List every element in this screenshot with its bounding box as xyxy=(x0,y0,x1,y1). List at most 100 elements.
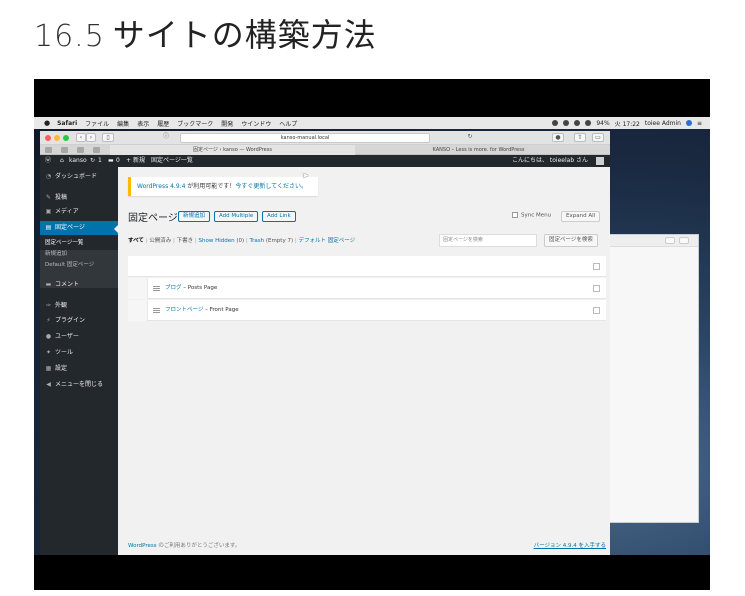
filter-published[interactable]: 公開済み xyxy=(149,238,171,244)
info-icon[interactable]: ⓘ xyxy=(160,133,172,142)
avatar[interactable] xyxy=(596,157,604,165)
sidebar-item-appearance[interactable]: ✑ 外観 xyxy=(40,299,118,313)
siri-icon[interactable] xyxy=(685,120,692,126)
menubar-user[interactable]: toiee Admin xyxy=(645,120,681,127)
status-icon[interactable] xyxy=(574,120,581,126)
new-link[interactable]: 新規 xyxy=(133,155,145,167)
table-row[interactable]: フロントページ – Front Page xyxy=(128,300,606,321)
page-state: – Front Page xyxy=(203,307,239,313)
menu-help[interactable]: ヘルプ xyxy=(279,119,297,128)
menu-view[interactable]: 表示 xyxy=(137,119,149,128)
wp-version-link[interactable]: WordPress 4.9.4 xyxy=(137,183,185,190)
back-button[interactable]: ‹ xyxy=(76,133,86,142)
row-checkbox[interactable] xyxy=(593,307,600,314)
footer-version-link[interactable]: バージョン 4.9.4 を入手する xyxy=(534,541,606,549)
add-new-button[interactable]: 新規追加 xyxy=(178,211,211,222)
search-button[interactable]: 固定ページを検索 xyxy=(544,234,598,247)
close-icon[interactable] xyxy=(45,135,51,141)
drag-handle[interactable] xyxy=(128,278,148,299)
filter-default-pages[interactable]: デフォルト 固定ページ xyxy=(298,238,355,244)
update-now-link[interactable]: 今すぐ更新してください。 xyxy=(235,183,307,190)
page-title-cell: ブログ – Posts Page xyxy=(165,278,217,299)
sidebar-item-collapse[interactable]: ◀ メニューを閉じる xyxy=(40,378,118,392)
plus-icon[interactable]: + xyxy=(126,155,131,167)
submenu-add-new[interactable]: 新規追加 xyxy=(40,249,118,260)
favorite-icon[interactable] xyxy=(45,147,52,153)
tab-wp-pages[interactable]: 固定ページ ‹ kanso — WordPress xyxy=(110,145,355,155)
menu-safari[interactable]: Safari xyxy=(57,120,77,127)
sidebar-item-plugins[interactable]: ⚡ プラグイン xyxy=(40,314,118,328)
menu-edit[interactable]: 編集 xyxy=(117,119,129,128)
select-all-checkbox[interactable] xyxy=(593,263,600,270)
sidebar-item-media[interactable]: ▣ メディア xyxy=(40,205,118,219)
window-button[interactable] xyxy=(679,237,689,244)
row-checkbox[interactable] xyxy=(593,285,600,292)
menu-history[interactable]: 履歴 xyxy=(157,119,169,128)
status-icon[interactable] xyxy=(552,120,559,126)
sidebar-button[interactable]: ▯ xyxy=(102,133,114,142)
updates-icon[interactable]: ↻ xyxy=(90,155,95,167)
forward-button[interactable]: › xyxy=(86,133,96,142)
status-icon[interactable] xyxy=(563,120,570,126)
page-link[interactable]: ブログ xyxy=(165,285,182,291)
sync-menu-checkbox[interactable] xyxy=(512,212,518,218)
expand-all-button[interactable]: Expand All xyxy=(561,211,601,222)
menu-file[interactable]: ファイル xyxy=(85,119,109,128)
sidebar-item-label: メディア xyxy=(55,208,79,215)
battery-level[interactable]: 94% xyxy=(596,120,609,127)
filter-all[interactable]: すべて xyxy=(128,238,144,244)
sidebar-item-tools[interactable]: ✦ ツール xyxy=(40,346,118,360)
apple-icon[interactable]: ● xyxy=(44,119,50,127)
sidebar-item-users[interactable]: ● ユーザー xyxy=(40,330,118,344)
footer-wp-link[interactable]: WordPress xyxy=(128,543,157,549)
share-button[interactable]: ⇧ xyxy=(574,133,586,142)
add-multiple-button[interactable]: Add Multiple xyxy=(214,211,259,222)
menu-icon[interactable] xyxy=(153,308,160,313)
zoom-icon[interactable] xyxy=(63,135,69,141)
wp-logo-icon[interactable]: ⓦ xyxy=(45,155,51,167)
page-link[interactable]: フロントページ xyxy=(165,307,203,313)
view-pages-link[interactable]: 固定ページ一覧 xyxy=(151,155,193,167)
table-row[interactable]: ブログ – Posts Page xyxy=(128,278,606,299)
menu-window[interactable]: ウインドウ xyxy=(241,119,271,128)
sync-menu-toggle[interactable]: Sync Menu xyxy=(512,212,551,219)
favorite-icon[interactable] xyxy=(93,147,100,153)
minimize-icon[interactable] xyxy=(54,135,60,141)
video-frame[interactable]: ● Safari ファイル 編集 表示 履歴 ブックマーク 開発 ウインドウ ヘ… xyxy=(34,79,710,590)
menu-develop[interactable]: 開発 xyxy=(221,119,233,128)
favorite-icon[interactable] xyxy=(77,147,84,153)
filter-draft[interactable]: 下書き xyxy=(177,238,194,244)
sidebar-item-posts[interactable]: ✎ 投稿 xyxy=(40,191,118,205)
pin-icon: ✎ xyxy=(45,194,52,201)
wifi-icon[interactable] xyxy=(585,120,592,126)
search-input[interactable]: 固定ページを検索 xyxy=(439,234,537,247)
clock[interactable]: 火 17:22 xyxy=(615,119,640,128)
sidebar-item-pages[interactable]: ▤ 固定ページ xyxy=(40,221,118,235)
drag-handle[interactable] xyxy=(128,300,148,321)
comments-icon[interactable]: ▬ xyxy=(108,155,114,167)
window-button[interactable] xyxy=(665,237,675,244)
sidebar-item-dashboard[interactable]: ◔ ダッシュボード xyxy=(40,170,118,184)
filter-trash[interactable]: Trash xyxy=(250,238,265,244)
filter-show-hidden[interactable]: Show Hidden xyxy=(199,238,235,244)
greeting[interactable]: こんにちは、 toieelab さん xyxy=(512,155,588,167)
sidebar-item-settings[interactable]: ▦ 設定 xyxy=(40,362,118,376)
home-icon[interactable]: ⌂ xyxy=(60,155,64,167)
menu-icon[interactable] xyxy=(153,286,160,291)
comments-count[interactable]: 0 xyxy=(116,155,120,167)
tabs-button[interactable]: ▭ xyxy=(592,133,604,142)
updates-count[interactable]: 1 xyxy=(98,155,102,167)
address-bar[interactable]: kanso-manual.local xyxy=(180,133,430,143)
site-name[interactable]: kanso xyxy=(69,155,87,167)
submenu-default-pages[interactable]: Default 固定ページ xyxy=(40,260,118,271)
reload-icon[interactable]: ↻ xyxy=(466,133,474,142)
add-link-button[interactable]: Add Link xyxy=(262,211,296,222)
tab-kanso[interactable]: KANSO – Less is more. for WordPress xyxy=(356,145,601,155)
sidebar-item-comments[interactable]: ▬ コメント xyxy=(40,278,118,292)
menu-bookmarks[interactable]: ブックマーク xyxy=(177,119,213,128)
favorite-icon[interactable] xyxy=(61,147,68,153)
submenu-all-pages[interactable]: 固定ページ一覧 xyxy=(40,238,118,249)
list-icon[interactable]: ≡ xyxy=(697,120,702,127)
background-window[interactable] xyxy=(606,234,699,523)
extension-button[interactable]: ● xyxy=(552,133,564,142)
